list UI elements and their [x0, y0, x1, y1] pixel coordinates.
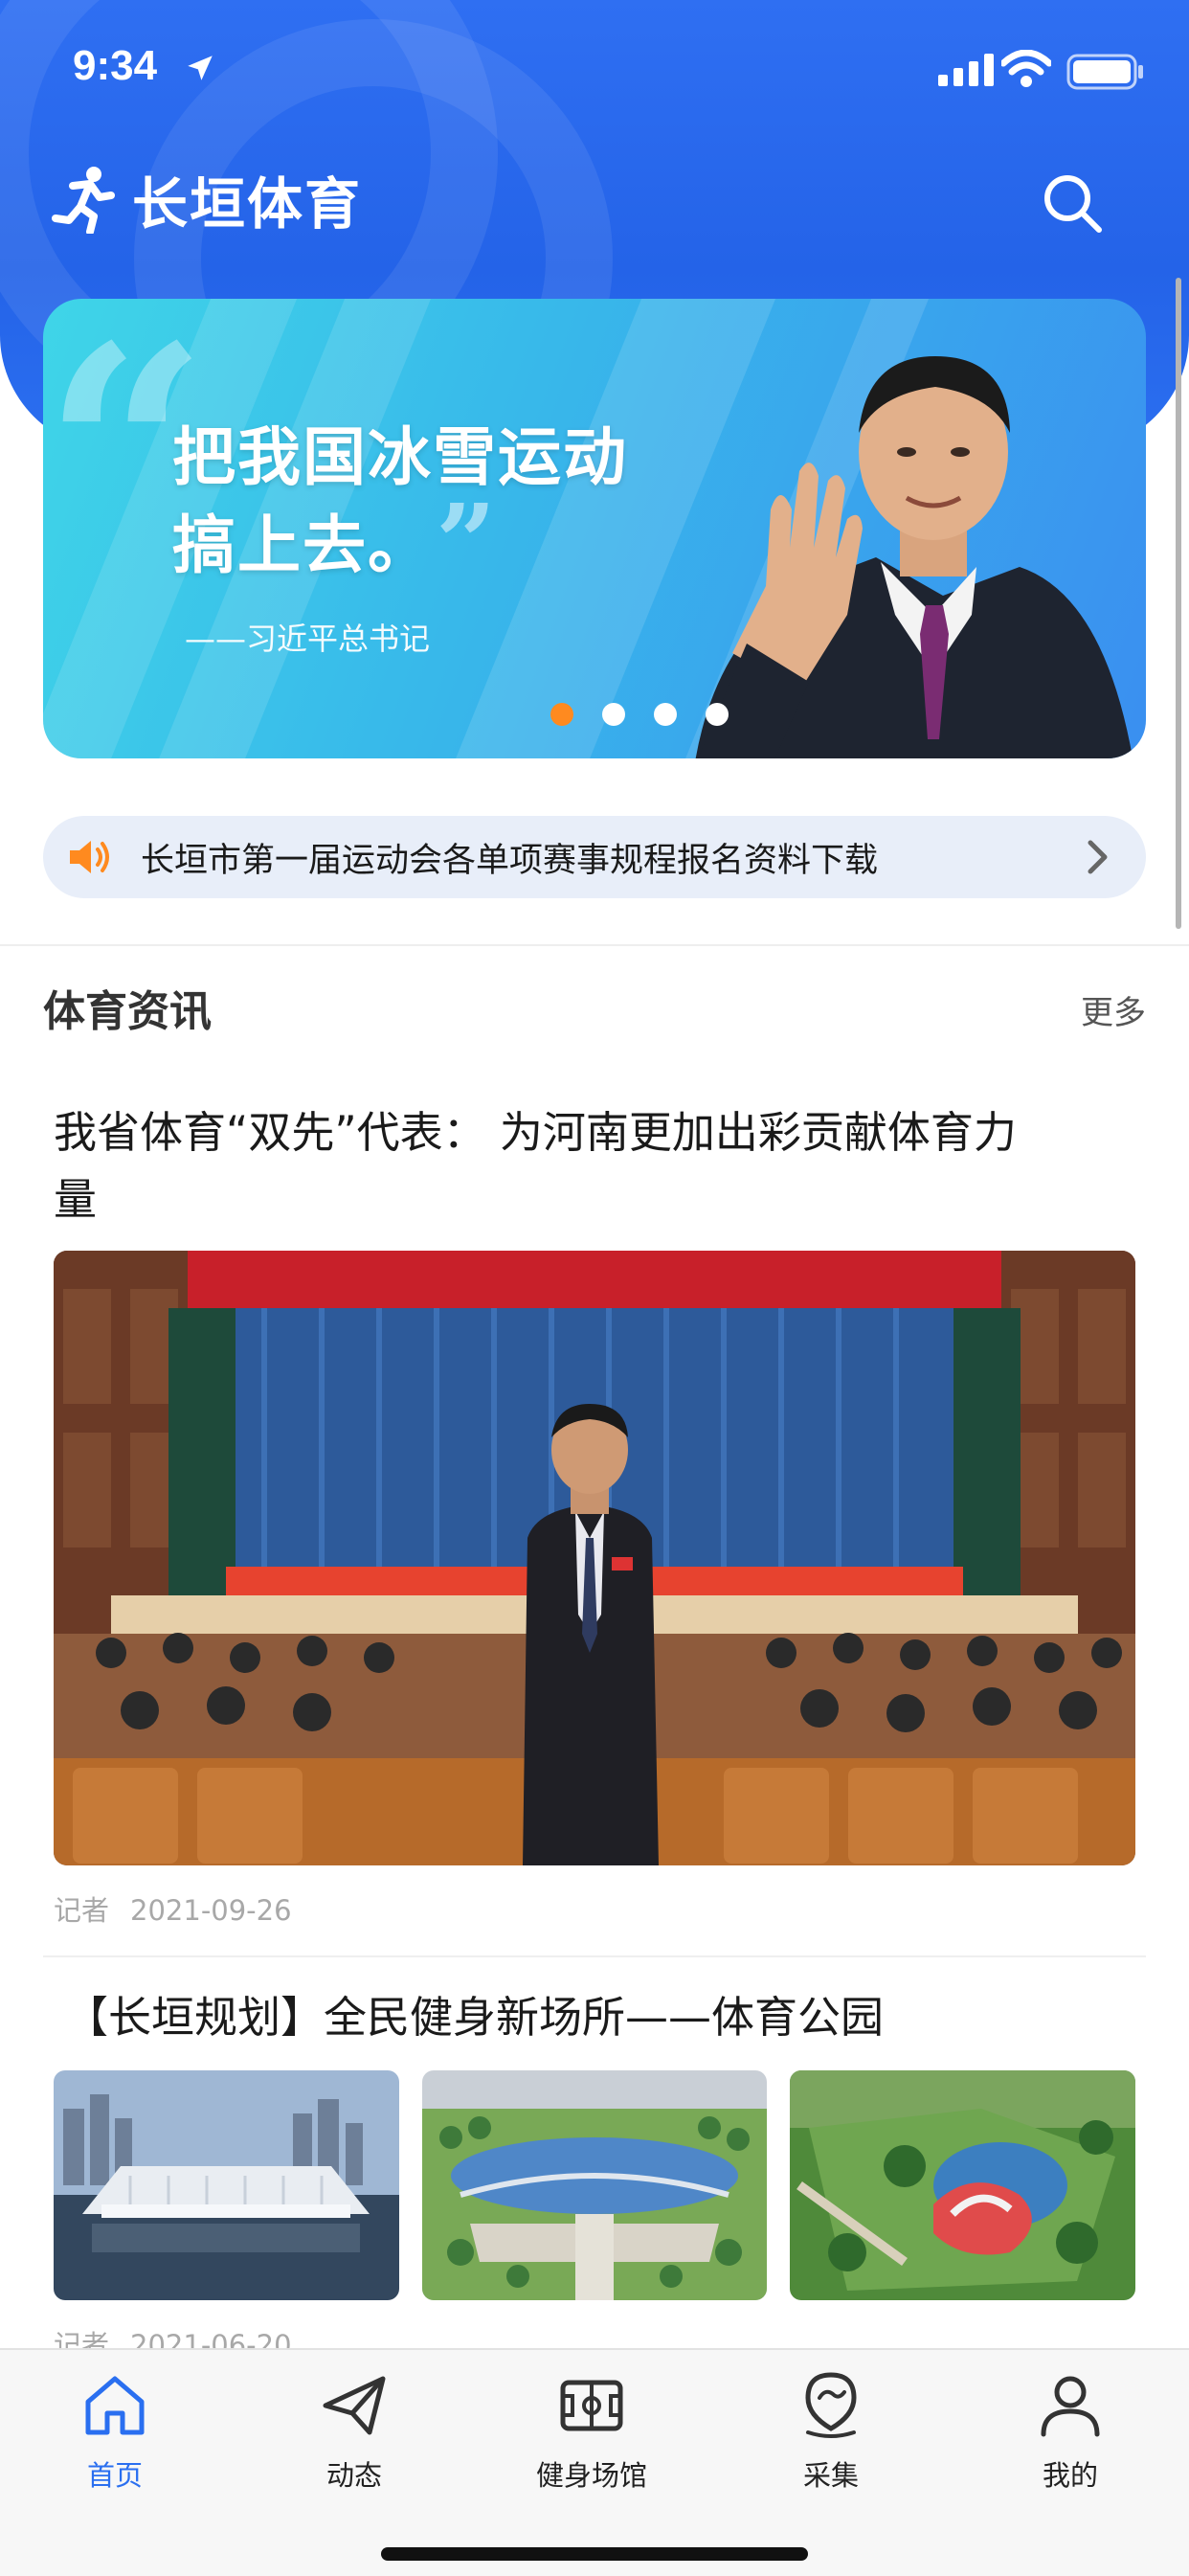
section-title: 体育资讯: [43, 987, 212, 1036]
tab-label: 健身场馆: [535, 2459, 647, 2492]
paper-plane-icon: [323, 2376, 386, 2435]
article-date: 2021-09-26: [130, 1894, 292, 1927]
tab-label: 采集: [802, 2459, 859, 2492]
tab-label: 动态: [325, 2459, 382, 2492]
status-bar: 9:34: [0, 0, 1189, 134]
more-link[interactable]: 更多: [1081, 986, 1146, 1033]
announcement-text: 长垣市第一届运动会各单项赛事规程报名资料下载: [141, 841, 879, 880]
tab-fitness-venues[interactable]: 健身场馆: [515, 2369, 668, 2513]
section-divider: [0, 944, 1189, 946]
carousel-dot[interactable]: [654, 703, 677, 726]
article-meta: 记者 2021-09-26: [54, 1888, 292, 1929]
waving-leader-portrait: [695, 356, 1133, 758]
announcement-bar[interactable]: 长垣市第一届运动会各单项赛事规程报名资料下载: [43, 816, 1146, 898]
map-pin-icon: [805, 2372, 857, 2438]
speaker-icon: [70, 841, 109, 873]
tab-home[interactable]: 首页: [38, 2369, 191, 2513]
stadium-icon: [560, 2380, 623, 2431]
cellular-signal-icon: [938, 54, 994, 86]
scrollbar[interactable]: [1176, 278, 1181, 929]
app-title-bar: 长垣体育: [52, 161, 362, 237]
battery-icon: [1066, 54, 1143, 90]
tab-news-feed[interactable]: 动态: [278, 2369, 431, 2513]
article-author: 记者: [54, 1894, 110, 1927]
user-icon: [1041, 2376, 1100, 2437]
close-quote-mark: ”: [436, 481, 497, 604]
carousel-dot[interactable]: [602, 703, 625, 726]
carousel-dot-active[interactable]: [550, 703, 573, 726]
tab-profile[interactable]: 我的: [994, 2369, 1147, 2513]
runner-logo-icon: [52, 167, 115, 234]
tab-collect[interactable]: 采集: [754, 2369, 908, 2513]
location-arrow-icon: [188, 56, 213, 80]
chevron-right-icon: [1088, 840, 1108, 874]
banner-carousel[interactable]: “ 把我国冰雪运动 搞上去。 ” ——习近平总书记: [43, 299, 1146, 758]
article-title[interactable]: 我省体育“双先”代表： 为河南更加出彩贡献体育力 量: [54, 1099, 1135, 1233]
wifi-icon: [1001, 50, 1051, 87]
search-icon: [1044, 175, 1102, 233]
home-indicator[interactable]: [381, 2547, 808, 2561]
app-title: 长垣体育: [132, 171, 363, 237]
article-thumbnails: [54, 2070, 1136, 2300]
article-image-meeting-hall[interactable]: [54, 1251, 1135, 1865]
tab-label: 我的: [1042, 2459, 1098, 2492]
thumbnail-stadium-building[interactable]: [54, 2070, 399, 2300]
carousel-dots: [550, 703, 729, 726]
thumbnail-playground-aerial[interactable]: [790, 2070, 1136, 2300]
carousel-dot[interactable]: [706, 703, 729, 726]
bottom-tab-bar: 首页 动态 健身场馆 采集 我的: [0, 2348, 1189, 2576]
article-divider: [43, 1955, 1146, 1957]
article-title[interactable]: 【长垣规划】全民健身新场所——体育公园: [65, 1984, 1147, 2051]
home-icon: [85, 2376, 145, 2435]
search-button[interactable]: [1038, 169, 1107, 237]
banner-attribution: ——习近平总书记: [185, 621, 431, 657]
tab-label: 首页: [86, 2459, 143, 2492]
banner-slogan: 把我国冰雪运动 搞上去。: [172, 420, 628, 582]
status-time: 9:34: [73, 42, 158, 89]
news-section-header: 体育资讯 更多: [43, 977, 1146, 1036]
thumbnail-park-aerial[interactable]: [421, 2070, 768, 2300]
